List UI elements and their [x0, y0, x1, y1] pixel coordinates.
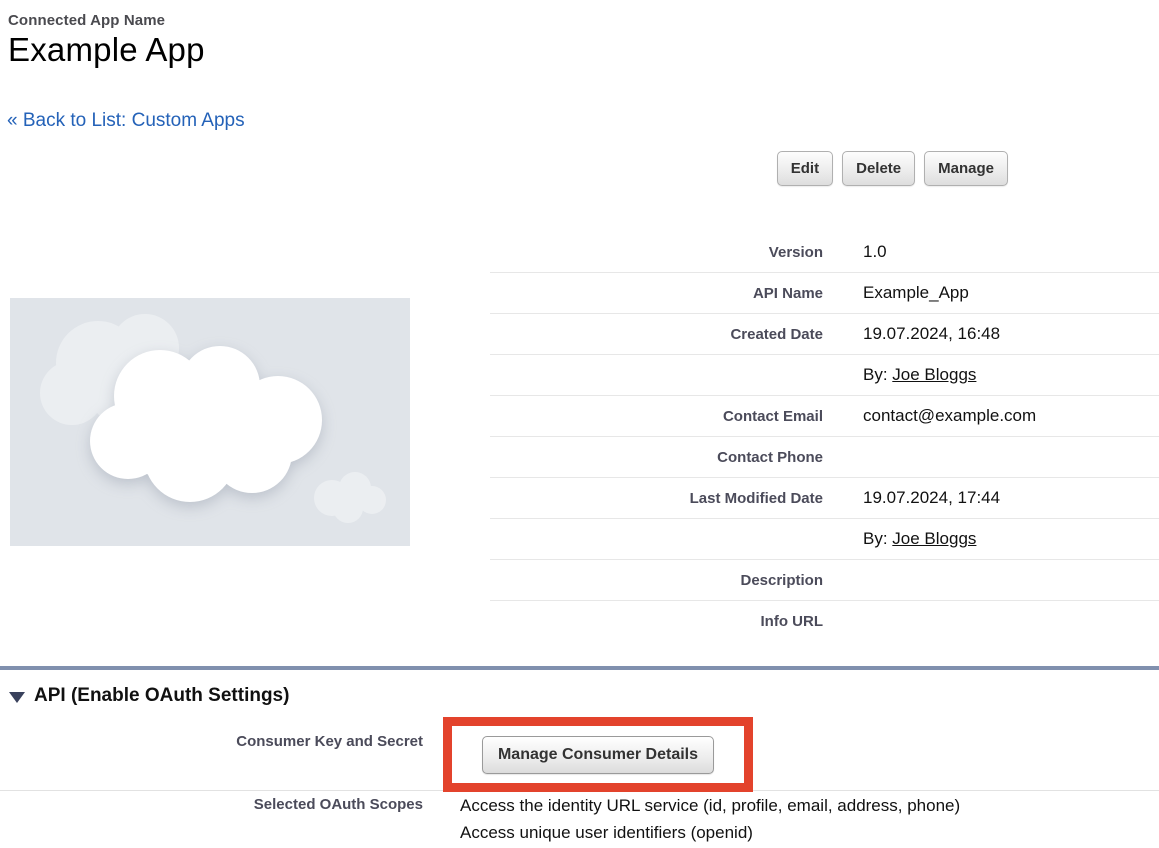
cloud-icon [10, 298, 410, 546]
field-label: Version [490, 244, 823, 261]
oauth-scope-item: Access the identity URL service (id, pro… [460, 792, 960, 819]
detail-row-created-by: By: Joe Bloggs [490, 355, 1159, 396]
detail-row-contact-phone: Contact Phone [490, 437, 1159, 478]
oauth-section-title: API (Enable OAuth Settings) [34, 685, 289, 707]
field-value: Example_App [863, 283, 969, 303]
app-logo-image [10, 298, 410, 546]
oauth-section-header: API (Enable OAuth Settings) [9, 685, 289, 707]
detail-row-api-name: API Name Example_App [490, 273, 1159, 314]
edit-button[interactable]: Edit [777, 151, 833, 186]
delete-button[interactable]: Delete [842, 151, 915, 186]
field-label: Contact Email [490, 408, 823, 425]
field-value: contact@example.com [863, 406, 1036, 426]
manage-consumer-details-button[interactable]: Manage Consumer Details [482, 736, 714, 774]
by-prefix: By: [863, 365, 892, 384]
detail-row-description: Description [490, 560, 1159, 601]
field-label: Description [490, 572, 823, 589]
selected-oauth-scopes-label: Selected OAuth Scopes [0, 796, 423, 813]
collapse-triangle-down-icon[interactable] [9, 692, 25, 703]
detail-row-created-date: Created Date 19.07.2024, 16:48 [490, 314, 1159, 355]
field-label: Info URL [490, 613, 823, 630]
detail-row-version: Version 1.0 [490, 232, 1159, 273]
connected-app-name-label: Connected App Name [8, 12, 205, 29]
field-value: By: Joe Bloggs [863, 365, 976, 385]
field-value: 19.07.2024, 16:48 [863, 324, 1000, 344]
field-label: API Name [490, 285, 823, 302]
field-label: Contact Phone [490, 449, 823, 466]
detail-table: Version 1.0 API Name Example_App Created… [490, 232, 1159, 642]
field-value: 1.0 [863, 242, 887, 262]
field-label: Last Modified Date [490, 490, 823, 507]
detail-row-contact-email: Contact Email contact@example.com [490, 396, 1159, 437]
oauth-scopes-values: Access the identity URL service (id, pro… [460, 792, 960, 846]
by-prefix: By: [863, 529, 892, 548]
manage-button[interactable]: Manage [924, 151, 1008, 186]
detail-row-info-url: Info URL [490, 601, 1159, 642]
created-by-user-link[interactable]: Joe Bloggs [892, 365, 976, 384]
field-label: Created Date [490, 326, 823, 343]
page-header: Connected App Name Example App [8, 12, 205, 69]
detail-row-modified-by: By: Joe Bloggs [490, 519, 1159, 560]
field-value: By: Joe Bloggs [863, 529, 976, 549]
detail-row-last-modified-date: Last Modified Date 19.07.2024, 17:44 [490, 478, 1159, 519]
toolbar: Edit Delete Manage [777, 151, 1008, 186]
section-divider-bar [0, 666, 1159, 670]
oauth-scope-item: Access unique user identifiers (openid) [460, 819, 960, 846]
page-title: Example App [8, 31, 205, 69]
back-to-list-link[interactable]: « Back to List: Custom Apps [7, 110, 245, 132]
red-highlight-annotation: Manage Consumer Details [443, 717, 753, 792]
field-value: 19.07.2024, 17:44 [863, 488, 1000, 508]
modified-by-user-link[interactable]: Joe Bloggs [892, 529, 976, 548]
consumer-key-secret-label: Consumer Key and Secret [0, 733, 423, 750]
